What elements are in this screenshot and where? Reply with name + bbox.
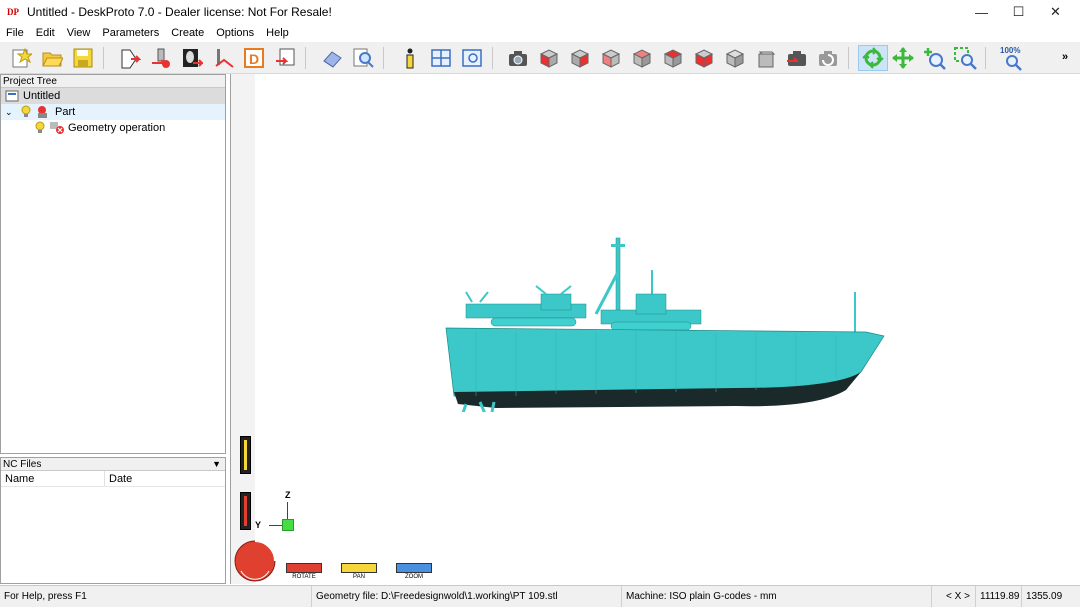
zoom-in-icon[interactable]	[921, 45, 947, 71]
pan-icon[interactable]	[890, 45, 916, 71]
grid-view-icon[interactable]	[428, 45, 454, 71]
nc-files-title: NC Files	[3, 459, 42, 470]
app-logo-icon[interactable]: DP	[5, 4, 21, 20]
nc-files-header: NC Files ▼	[1, 458, 225, 471]
status-geometry-file: Geometry file: D:\Freedesignwold\1.worki…	[312, 586, 622, 607]
view-iso-icon[interactable]	[722, 45, 748, 71]
load-bitmap-icon[interactable]	[179, 45, 205, 71]
status-coord-x: 11119.89	[976, 586, 1022, 607]
zoom-label: ZOOM	[405, 574, 423, 580]
menu-view[interactable]: View	[61, 24, 97, 42]
geometry-operation-icon	[50, 122, 64, 134]
toolbar-separator	[103, 47, 104, 69]
refresh-icon[interactable]	[815, 45, 841, 71]
part-icon	[38, 106, 47, 118]
view-left-icon[interactable]	[598, 45, 624, 71]
column-name[interactable]: Name	[1, 471, 105, 486]
close-button[interactable]: ✕	[1037, 0, 1074, 24]
menu-file[interactable]: File	[0, 24, 30, 42]
save-project-icon[interactable]	[70, 45, 96, 71]
menu-parameters[interactable]: Parameters	[96, 24, 165, 42]
view-front-icon[interactable]	[536, 45, 562, 71]
menu-options[interactable]: Options	[210, 24, 260, 42]
menu-bar: File Edit View Parameters Create Options…	[0, 24, 1080, 42]
toolbar-separator	[492, 47, 493, 69]
zoom-slider[interactable]	[240, 492, 251, 530]
zoom-control[interactable]	[396, 563, 432, 573]
zoom-100-icon[interactable]: 100%	[998, 45, 1028, 71]
status-bar: For Help, press F1 Geometry file: D:\Fre…	[0, 585, 1080, 607]
minimize-button[interactable]: —	[963, 0, 1000, 24]
info-icon[interactable]	[397, 45, 423, 71]
project-icon	[5, 90, 19, 102]
view-back-icon[interactable]	[567, 45, 593, 71]
project-tree-header: Project Tree	[1, 75, 225, 88]
load-geometry-icon[interactable]	[117, 45, 143, 71]
dropdown-arrow-icon[interactable]: ▼	[212, 458, 221, 470]
toolbar-separator	[985, 47, 986, 69]
svg-text:D: D	[249, 51, 259, 67]
column-date[interactable]: Date	[105, 471, 225, 486]
title-bar: DP Untitled - DeskProto 7.0 - Dealer lic…	[0, 0, 1080, 24]
tree-item-part[interactable]: ⌄ Part	[1, 104, 225, 120]
view-bottom-icon[interactable]	[691, 45, 717, 71]
tree-item-root[interactable]: Untitled	[1, 88, 225, 104]
dxf-icon[interactable]: D	[241, 45, 267, 71]
tree-item-operation[interactable]: Geometry operation	[1, 120, 225, 136]
menu-help[interactable]: Help	[260, 24, 295, 42]
preview-icon[interactable]	[350, 45, 376, 71]
tree-operation-label: Geometry operation	[68, 122, 166, 134]
window-view-icon[interactable]	[459, 45, 485, 71]
status-axis-toggle[interactable]: < X >	[942, 586, 976, 607]
window-title: Untitled - DeskProto 7.0 - Dealer licens…	[27, 5, 332, 19]
boat-3d-model	[445, 237, 885, 412]
export-icon[interactable]	[272, 45, 298, 71]
snapshot-icon[interactable]	[784, 45, 810, 71]
axis-y-line	[269, 525, 283, 526]
toolbar-overflow-button[interactable]: »	[1062, 51, 1068, 63]
status-machine: Machine: ISO plain G-codes - mm	[622, 586, 932, 607]
3d-viewport[interactable]: ◀ Z Y	[230, 74, 1080, 584]
camera-icon[interactable]	[505, 45, 531, 71]
view-right-icon[interactable]	[629, 45, 655, 71]
toolbar-separator	[305, 47, 306, 69]
project-tree-panel: Project Tree Untitled ⌄ Part Geometry op…	[0, 74, 226, 454]
view-top-icon[interactable]	[660, 45, 686, 71]
nc-files-panel: NC Files ▼ Name Date	[0, 457, 226, 584]
axis-origin-cube	[282, 519, 294, 531]
tree-root-label: Untitled	[23, 90, 61, 102]
axis-z-label: Z	[285, 490, 291, 500]
pan-slider[interactable]	[240, 436, 251, 474]
toolbar-separator	[848, 47, 849, 69]
rotate-icon[interactable]	[858, 45, 888, 71]
menu-create[interactable]: Create	[165, 24, 210, 42]
pan-control[interactable]	[341, 563, 377, 573]
menu-edit[interactable]: Edit	[30, 24, 61, 42]
view-iso2-icon[interactable]	[753, 45, 779, 71]
rotate-label: ROTATE	[292, 574, 316, 580]
new-project-icon[interactable]	[8, 45, 34, 71]
zoom-window-icon[interactable]	[952, 45, 978, 71]
tree-part-label: Part	[55, 106, 76, 118]
maximize-button[interactable]: ☐	[1000, 0, 1037, 24]
axis-y-label: Y	[255, 520, 262, 530]
rotate-wheel[interactable]	[233, 539, 277, 583]
status-help: For Help, press F1	[0, 586, 312, 607]
zoom-level-label: 100%	[1000, 46, 1020, 55]
nc-files-columns: Name Date	[1, 471, 225, 487]
load-vector-icon[interactable]	[148, 45, 174, 71]
lightbulb-icon[interactable]	[19, 105, 33, 119]
open-project-icon[interactable]	[39, 45, 65, 71]
toolbar-separator	[383, 47, 384, 69]
main-toolbar: D 100% »	[0, 42, 1080, 74]
rotate-control[interactable]	[286, 563, 322, 573]
lightbulb-icon[interactable]	[33, 121, 47, 135]
pan-label: PAN	[353, 574, 365, 580]
chevron-down-icon[interactable]: ⌄	[1, 107, 15, 118]
eraser-icon[interactable]	[319, 45, 345, 71]
load-toolpath-icon[interactable]	[210, 45, 236, 71]
status-coord-y: 1355.09	[1026, 591, 1063, 602]
